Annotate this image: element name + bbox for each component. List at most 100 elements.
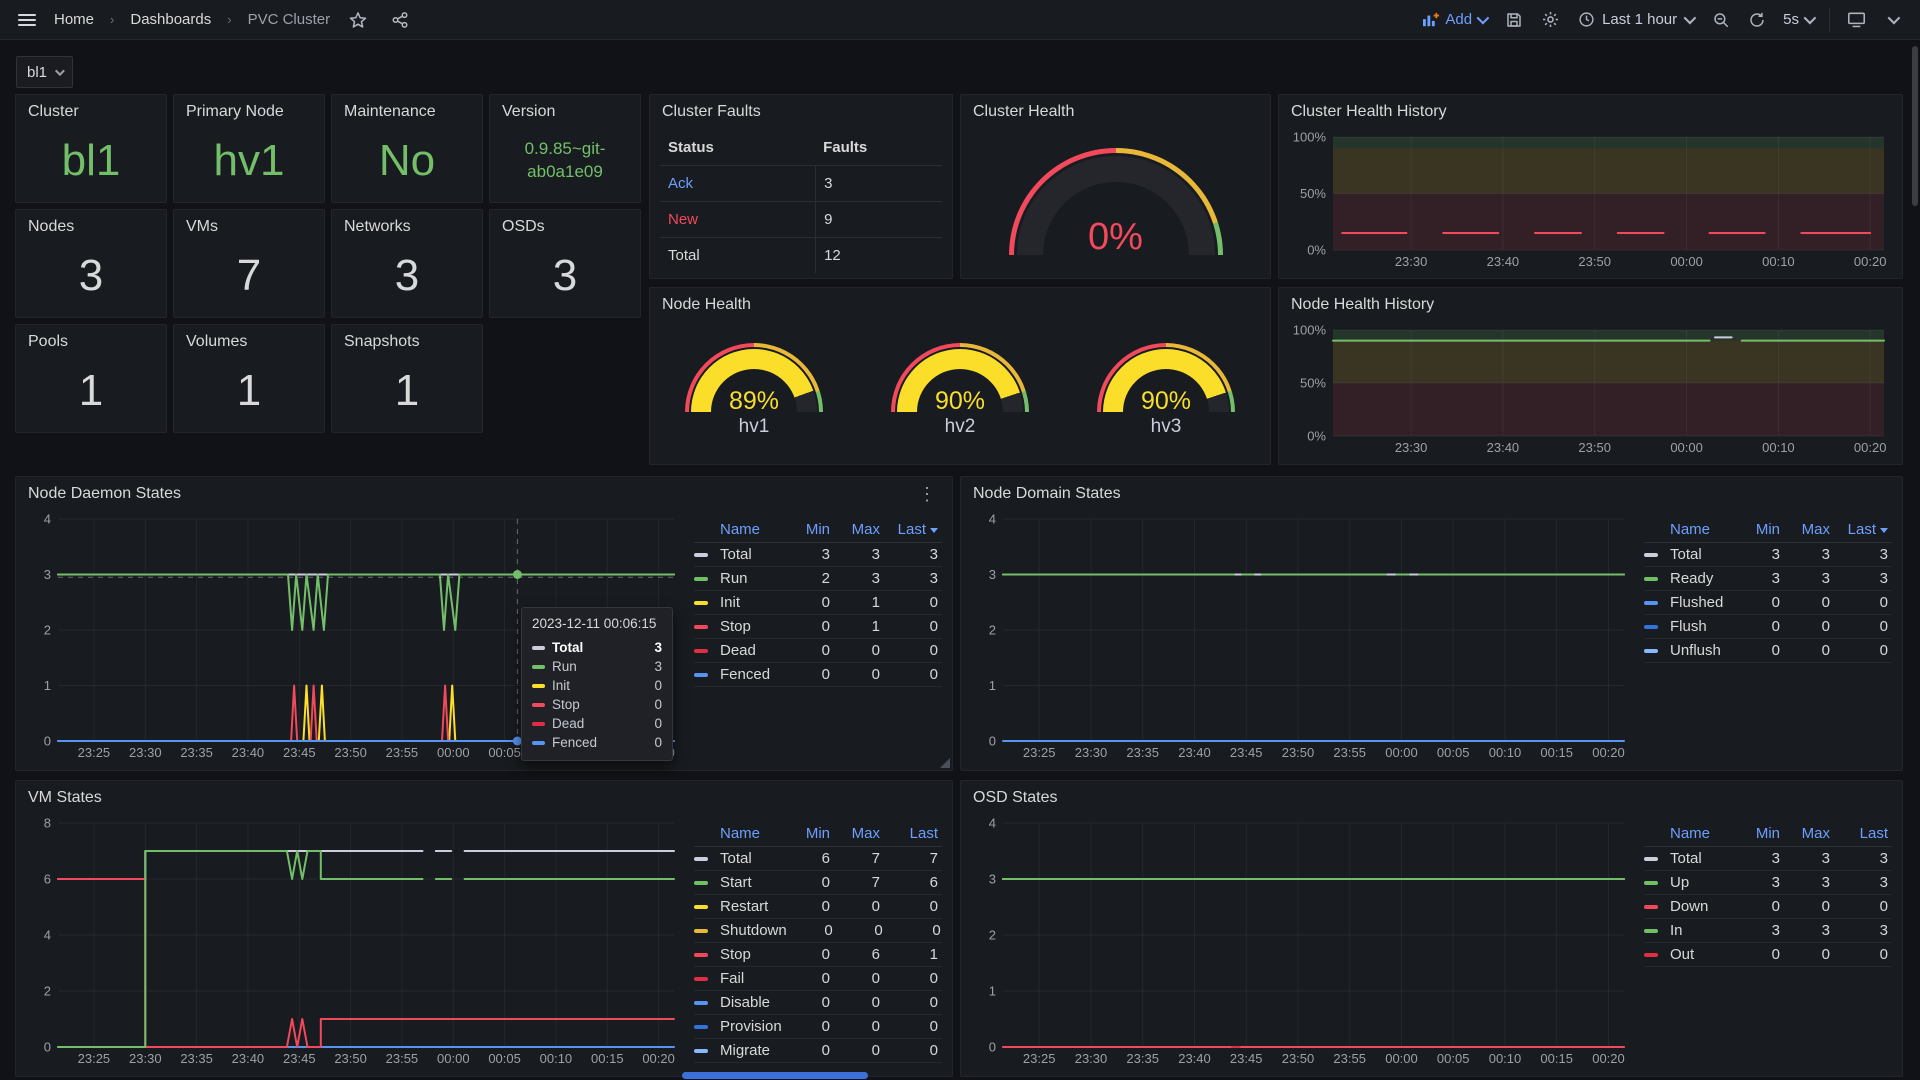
legend-col-min[interactable]: Min [1734,521,1784,538]
legend-row-flushed[interactable]: Flushed 0 0 0 [1644,591,1892,615]
cluster-health-gauge: 0% [1009,148,1223,255]
legend-row-total[interactable]: Total 6 7 7 [694,847,942,871]
legend-row-dead[interactable]: Dead 0 0 0 [694,639,942,663]
fault-status-cell[interactable]: Ack [660,175,815,192]
breadcrumb-home[interactable]: Home [54,11,94,28]
x-axis-label: 00:10 [540,1051,573,1066]
legend-col-name[interactable]: Name [1670,825,1734,842]
legend-row-fail[interactable]: Fail 0 0 0 [694,967,942,991]
zoom-out-icon[interactable] [1707,6,1735,34]
legend-col-name[interactable]: Name [1670,521,1734,538]
column-header[interactable]: Faults [815,129,942,165]
series-color-swatch [694,953,708,957]
legend-row-fenced[interactable]: Fenced 0 0 0 [694,663,942,687]
stats-grid: Cluster bl1Primary Node hv1Maintenance N… [15,94,642,433]
stat-value: 1 [16,355,166,426]
legend-row-total[interactable]: Total 3 3 3 [1644,847,1892,871]
series-color-swatch [694,649,708,653]
legend-col-min[interactable]: Min [784,521,834,538]
legend-col-max[interactable]: Max [834,521,884,538]
y-axis-label: 50% [1300,186,1326,201]
panel-title: Cluster Health [961,95,1270,129]
refresh-interval-picker[interactable]: 5s [1779,11,1817,28]
legend-row-shutdown[interactable]: Shutdown 0 0 0 [694,919,942,943]
legend-row-provision[interactable]: Provision 0 0 0 [694,1015,942,1039]
legend-row-start[interactable]: Start 0 7 6 [694,871,942,895]
cluster-health-history-chart[interactable]: 0%50%100%23:3023:4023:5000:0000:1000:20 [1287,129,1894,274]
stat-panel-version: Version 0.9.85~git-ab0a1e09 [489,94,641,203]
tooltip-row-stop: Stop0 [532,695,662,714]
legend-col-max[interactable]: Max [1784,825,1834,842]
star-icon[interactable] [344,6,372,34]
legend-col-name[interactable]: Name [720,825,784,842]
x-axis-label: 23:55 [386,1051,419,1066]
legend-col-min[interactable]: Min [1734,825,1784,842]
legend-row-stop[interactable]: Stop 0 6 1 [694,943,942,967]
share-icon[interactable] [386,6,414,34]
legend-col-max[interactable]: Max [1784,521,1834,538]
legend-row-ready[interactable]: Ready 3 3 3 [1644,567,1892,591]
legend-row-flush[interactable]: Flush 0 0 0 [1644,615,1892,639]
legend-row-restart[interactable]: Restart 0 0 0 [694,895,942,919]
osd-states-chart[interactable]: 0123423:2523:3023:3523:4023:4523:5023:55… [969,815,1634,1071]
legend-row-up[interactable]: Up 3 3 3 [1644,871,1892,895]
panel-menu-icon[interactable]: ⋮ [914,484,940,505]
stat-value: 7 [174,240,324,311]
legend-col-name[interactable]: Name [720,521,784,538]
breadcrumb-separator: › [225,12,233,27]
legend-row-init[interactable]: Init 0 1 0 [694,591,942,615]
fault-count-cell: 3 [815,166,942,201]
x-axis-label: 23:25 [78,1051,111,1066]
panel-node-daemon-states: Node Daemon States ⋮ 0123423:2523:3023:3… [15,476,953,771]
legend-row-run[interactable]: Run 2 3 3 [694,567,942,591]
fault-status-cell[interactable]: New [660,211,815,228]
node-domain-states-legend: Name Min Max Last Total 3 3 3 Ready 3 3 … [1634,511,1894,765]
x-axis-label: 00:05 [488,745,521,760]
legend-row-total[interactable]: Total 3 3 3 [694,543,942,567]
tv-mode-icon[interactable] [1842,6,1870,34]
legend-col-last[interactable]: Last [1834,825,1892,842]
legend-row-in[interactable]: In 3 3 3 [1644,919,1892,943]
legend-col-min[interactable]: Min [784,825,834,842]
breadcrumb-dashboards[interactable]: Dashboards [130,11,211,28]
legend-row-out[interactable]: Out 0 0 0 [1644,943,1892,967]
gauge-label: hv2 [945,416,976,438]
node-domain-states-chart[interactable]: 0123423:2523:3023:3523:4023:4523:5023:55… [969,511,1634,765]
x-axis-label: 23:30 [1395,440,1428,455]
legend-col-max[interactable]: Max [834,825,884,842]
stat-title: Snapshots [332,325,482,351]
vm-states-chart[interactable]: 0246823:2523:3023:3523:4023:4523:5023:55… [24,815,684,1071]
variable-dropdown-cluster[interactable]: bl1 [16,56,73,88]
gear-icon[interactable] [1536,6,1564,34]
refresh-icon[interactable] [1743,6,1771,34]
legend-row-total[interactable]: Total 3 3 3 [1644,543,1892,567]
add-button[interactable]: Add [1416,11,1492,28]
save-icon[interactable] [1500,6,1528,34]
vertical-scrollbar-thumb[interactable] [1912,46,1918,206]
series-color-swatch [1644,929,1658,933]
variable-value: bl1 [27,64,47,81]
series-color-swatch [694,577,708,581]
series-color-swatch [1644,881,1658,885]
legend-col-last[interactable]: Last [884,825,942,842]
legend-col-last[interactable]: Last [1834,521,1892,538]
legend-row-down[interactable]: Down 0 0 0 [1644,895,1892,919]
node-health-history-chart[interactable]: 0%50%100%23:3023:4023:5000:0000:1000:20 [1287,322,1894,460]
legend-row-stop[interactable]: Stop 0 1 0 [694,615,942,639]
y-axis-label: 2 [44,623,51,638]
legend-row-migrate[interactable]: Migrate 0 0 0 [694,1039,942,1063]
legend-row-disable[interactable]: Disable 0 0 0 [694,991,942,1015]
legend-col-last[interactable]: Last [884,521,942,538]
x-axis-label: 23:55 [1333,745,1366,760]
series-color-swatch [694,929,708,933]
legend-row-unflush[interactable]: Unflush 0 0 0 [1644,639,1892,663]
panel-resize-handle[interactable] [940,758,950,768]
y-axis-label: 100% [1293,130,1327,145]
menu-icon[interactable] [14,10,40,30]
stat-panel-osds: OSDs 3 [489,209,641,318]
column-header[interactable]: Status [660,139,815,156]
legend-horizontal-scrollbar-thumb[interactable] [682,1072,868,1079]
time-range-picker[interactable]: Last 1 hour [1572,11,1699,28]
stat-title: Nodes [16,210,166,236]
chevron-down-icon[interactable] [1878,6,1906,34]
